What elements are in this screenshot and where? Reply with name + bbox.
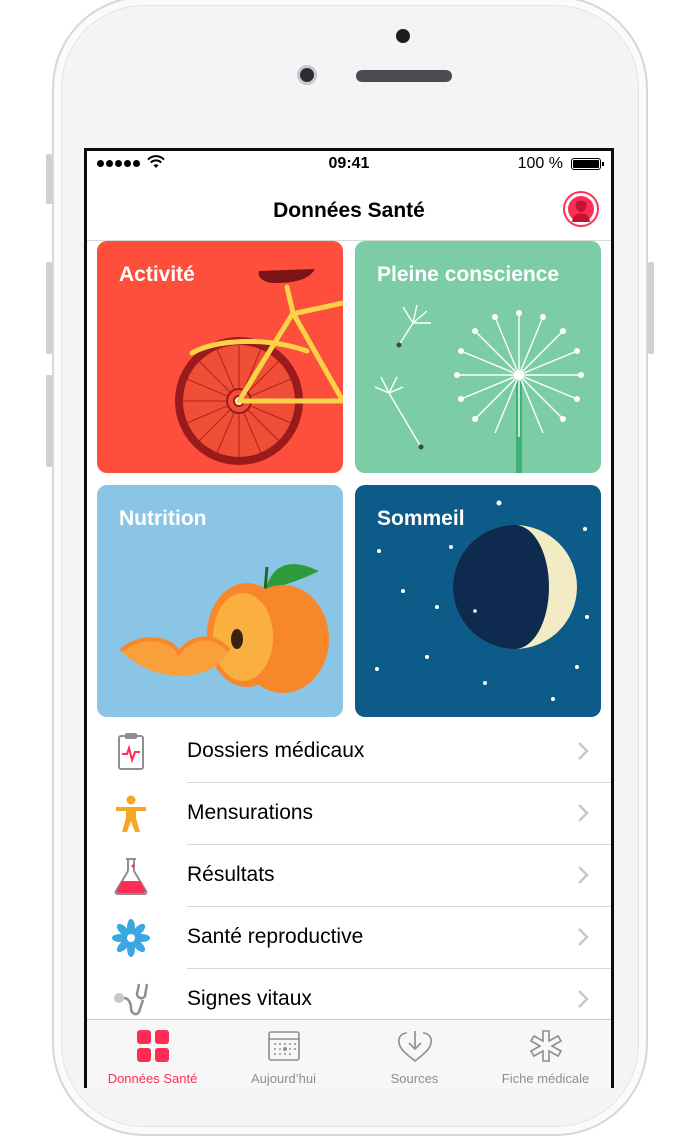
- battery-percentage: 100 %: [517, 155, 563, 172]
- tab-bar: Données Santé Aujourd’hui Sources Fiche …: [87, 1019, 611, 1088]
- navigation-bar: Données Santé: [87, 177, 611, 241]
- volume-down-button: [46, 375, 52, 467]
- tab-fiche-medicale[interactable]: Fiche médicale: [480, 1020, 611, 1088]
- tile-pleine-conscience[interactable]: Pleine conscience: [355, 241, 601, 473]
- list-item-label: Dossiers médicaux: [187, 739, 365, 762]
- flask-icon: [114, 858, 148, 895]
- chevron-right-icon: [578, 804, 589, 822]
- status-bar: 09:41 100 %: [87, 151, 611, 177]
- list-item-dossiers-medicaux[interactable]: Dossiers médicaux: [87, 721, 611, 783]
- proximity-sensor: [396, 29, 410, 43]
- chevron-right-icon: [578, 990, 589, 1008]
- power-button: [648, 262, 654, 354]
- tile-label: Sommeil: [377, 507, 465, 530]
- list-item-resultats[interactable]: Résultats: [87, 845, 611, 907]
- heart-download-icon: [397, 1031, 432, 1063]
- tile-label: Nutrition: [119, 507, 207, 530]
- chevron-right-icon: [578, 742, 589, 760]
- screen: 09:41 100 % Données Santé Activité Plein…: [84, 148, 614, 1088]
- chevron-right-icon: [578, 866, 589, 884]
- stethoscope-icon: [114, 983, 149, 1016]
- flower-icon: [112, 919, 150, 957]
- earpiece-speaker: [356, 70, 452, 82]
- tab-sources[interactable]: Sources: [349, 1020, 480, 1088]
- profile-button[interactable]: [563, 191, 599, 227]
- list-item-label: Santé reproductive: [187, 925, 364, 948]
- tile-label: Activité: [119, 263, 195, 286]
- tab-label: Aujourd’hui: [250, 1071, 317, 1086]
- volume-up-button: [46, 262, 52, 354]
- battery-icon: [571, 158, 604, 170]
- grid-icon: [136, 1030, 169, 1062]
- tab-label: Fiche médicale: [501, 1071, 590, 1086]
- list-item-sante-reproductive[interactable]: Santé reproductive: [87, 907, 611, 969]
- tab-aujourdhui[interactable]: Aujourd’hui: [218, 1020, 349, 1088]
- calendar-icon: [267, 1031, 300, 1061]
- tab-donnees-sante[interactable]: Données Santé: [87, 1020, 218, 1088]
- tile-nutrition[interactable]: Nutrition: [97, 485, 343, 717]
- page-title: Données Santé: [273, 199, 425, 222]
- clipboard-heartbeat-icon: [118, 733, 144, 770]
- tile-activite[interactable]: Activité: [97, 241, 343, 473]
- list-item-label: Signes vitaux: [187, 987, 312, 1010]
- user-silhouette-icon: [568, 196, 594, 222]
- person-body-icon: [116, 795, 146, 832]
- list-item-label: Résultats: [187, 863, 275, 886]
- tab-label: Sources: [390, 1071, 439, 1086]
- front-camera: [297, 65, 317, 85]
- tile-sommeil[interactable]: Sommeil: [355, 485, 601, 717]
- mute-switch: [46, 154, 52, 204]
- list-item-label: Mensurations: [187, 801, 314, 824]
- list-item-mensurations[interactable]: Mensurations: [87, 783, 611, 845]
- tile-label: Pleine conscience: [377, 263, 560, 286]
- medical-star-icon: [529, 1030, 562, 1062]
- chevron-right-icon: [578, 928, 589, 946]
- tab-label: Données Santé: [107, 1071, 198, 1086]
